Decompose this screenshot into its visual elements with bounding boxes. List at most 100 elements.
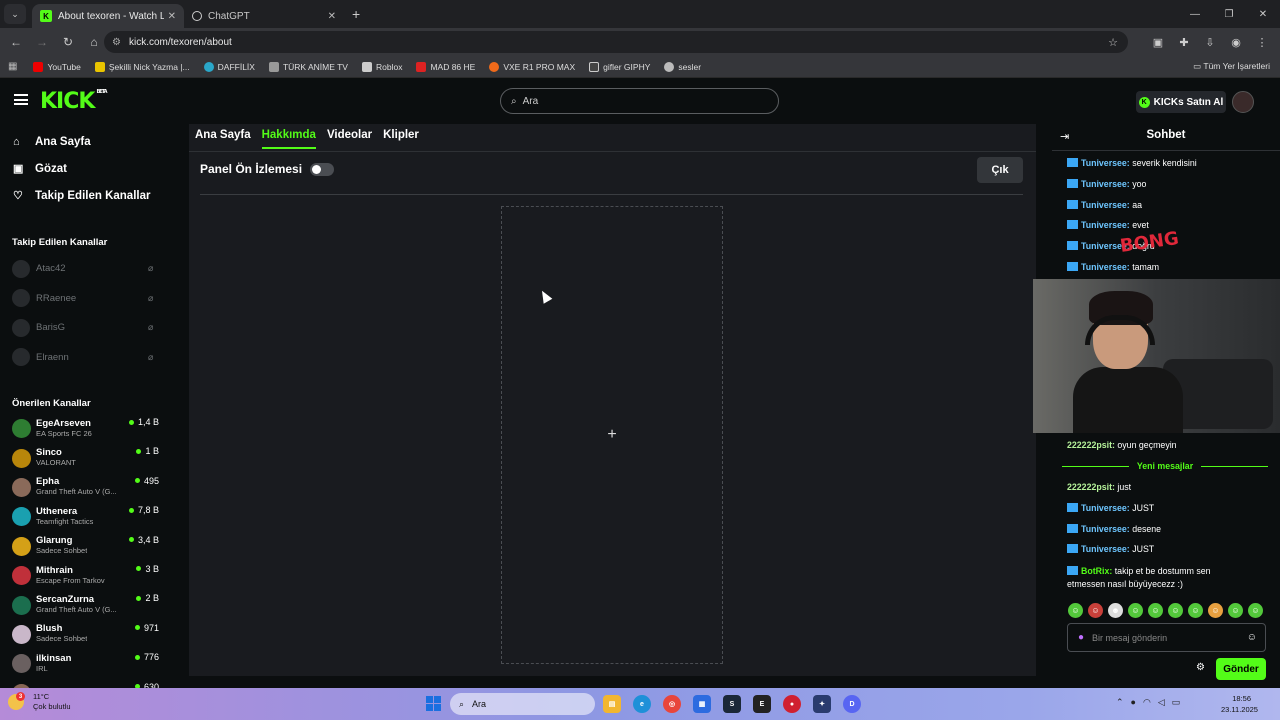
store-icon[interactable]: ▦ xyxy=(693,695,711,713)
add-panel-placeholder[interactable]: + xyxy=(501,206,723,664)
home-icon[interactable]: ⌂ xyxy=(82,30,106,54)
app-icon[interactable]: ● xyxy=(783,695,801,713)
forward-icon[interactable]: → xyxy=(30,30,54,54)
emote-icon[interactable]: ☻ xyxy=(1108,603,1123,618)
recommended-channel[interactable]: Sinco VALORANT 1 B xyxy=(0,443,172,472)
tab-search-button[interactable]: ⌄ xyxy=(4,4,26,24)
tab-chatgpt[interactable]: ChatGPT ✕ xyxy=(184,4,344,28)
buy-kicks-button[interactable]: K KICKs Satın Al xyxy=(1136,91,1226,113)
chat-username[interactable]: Tuniversee: xyxy=(1081,544,1130,554)
menu-icon[interactable]: ⋮ xyxy=(1252,31,1272,53)
download-icon[interactable]: ⇩ xyxy=(1200,31,1220,53)
chat-username[interactable]: Tuniversee: xyxy=(1081,179,1130,189)
hamburger-menu-icon[interactable] xyxy=(14,94,28,105)
bookmark-gifler-giphy[interactable]: gifler GIPHY xyxy=(589,61,650,72)
exit-button[interactable]: Çık xyxy=(977,157,1023,183)
followed-channel[interactable]: Elraenn ⌀ xyxy=(0,343,172,373)
emote-icon[interactable]: ☺ xyxy=(1168,603,1183,618)
chat-username[interactable]: Tuniversee: xyxy=(1081,503,1130,513)
close-tab-icon[interactable]: ✕ xyxy=(328,11,336,22)
volume-icon[interactable]: ◁ xyxy=(1158,697,1165,708)
address-bar[interactable]: ⚙ kick.com/texoren/about ☆ xyxy=(104,31,1128,53)
close-window-button[interactable]: ✕ xyxy=(1246,0,1280,28)
all-bookmarks-button[interactable]: ▭ Tüm Yer İşaretleri xyxy=(1193,61,1270,72)
battery-icon[interactable]: ▭ xyxy=(1172,697,1181,708)
bookmark-mad-86-he[interactable]: MAD 86 HE xyxy=(416,61,475,72)
tab-kick[interactable]: K About texoren - Watch Live on ✕ xyxy=(32,4,184,28)
site-info-icon[interactable]: ⚙ xyxy=(112,37,121,48)
bookmark-turk-anime-tv[interactable]: TÜRK ANİME TV xyxy=(268,61,348,72)
followed-channel[interactable]: RRaenee ⌀ xyxy=(0,284,172,314)
bookmark-sesler[interactable]: sesler xyxy=(664,61,701,72)
emote-icon[interactable]: ☺ xyxy=(1088,603,1103,618)
site-search-input[interactable]: ⌕ Ara xyxy=(500,88,779,114)
chat-username[interactable]: BotRix: xyxy=(1081,566,1112,576)
emoji-picker-icon[interactable]: ☺ xyxy=(1247,632,1257,643)
chat-username[interactable]: Tuniversee: xyxy=(1081,524,1130,534)
tab-home[interactable]: Ana Sayfa xyxy=(195,129,251,149)
bookmark-daffilix[interactable]: DAFFİLİX xyxy=(203,61,255,72)
chat-username[interactable]: 222222psit: xyxy=(1067,440,1115,450)
bookmark-vxe-r1[interactable]: VXE R1 PRO MAX xyxy=(489,61,575,72)
extensions-icon[interactable]: ✚ xyxy=(1174,31,1194,53)
recommended-channel[interactable]: Epha Grand Theft Auto V (G... 495 xyxy=(0,473,172,502)
weather-widget[interactable]: 3 11°C Çok bulutlu xyxy=(8,692,71,712)
back-icon[interactable]: ← xyxy=(4,30,28,54)
emote-icon[interactable]: ☺ xyxy=(1068,603,1083,618)
kick-logo[interactable]: KICK BETA xyxy=(40,89,108,114)
emote-icon[interactable]: ☺ xyxy=(1208,603,1223,618)
followed-channel[interactable]: BarisG ⌀ xyxy=(0,313,172,343)
chat-username[interactable]: 222222psit: xyxy=(1067,482,1115,492)
edge-icon[interactable]: e xyxy=(633,695,651,713)
tab-clips[interactable]: Klipler xyxy=(383,129,419,149)
emote-icon[interactable]: ☺ xyxy=(1228,603,1243,618)
windows-start-icon[interactable] xyxy=(426,696,441,711)
bookmark-sekilli-nick[interactable]: Şekilli Nick Yazma |... xyxy=(94,61,190,72)
recommended-channel[interactable]: EgeArseven EA Sports FC 26 1,4 B xyxy=(0,414,172,443)
microphone-icon[interactable]: ● xyxy=(1131,697,1136,708)
emote-icon[interactable]: ☺ xyxy=(1148,603,1163,618)
bookmark-roblox[interactable]: Roblox xyxy=(361,61,402,72)
recommended-channel[interactable]: Glarung Sadece Sohbet 3,4 B xyxy=(0,532,172,561)
close-tab-icon[interactable]: ✕ xyxy=(168,11,176,22)
apps-grid-icon[interactable]: ▦ xyxy=(8,61,17,72)
reload-icon[interactable]: ↻ xyxy=(56,30,80,54)
recommended-channel[interactable]: Uthenera Teamfight Tactics 7,8 B xyxy=(0,502,172,531)
chat-settings-icon[interactable]: ⚙ xyxy=(1196,662,1205,673)
followed-channel[interactable]: Atac42 ⌀ xyxy=(0,254,172,284)
recommended-channel[interactable]: ilkinsan IRL 776 xyxy=(0,649,172,678)
send-button[interactable]: Gönder xyxy=(1216,658,1266,680)
emote-icon[interactable]: ☺ xyxy=(1188,603,1203,618)
bookmark-youtube[interactable]: YouTube xyxy=(33,61,81,72)
app-icon[interactable]: ✦ xyxy=(813,695,831,713)
file-explorer-icon[interactable]: ▤ xyxy=(603,695,621,713)
chat-username[interactable]: Tuniversee: xyxy=(1081,158,1130,168)
profile-icon[interactable]: ◉ xyxy=(1226,31,1246,53)
steam-icon[interactable]: S xyxy=(723,695,741,713)
recommended-channel[interactable]: SercanZurna Grand Theft Auto V (G... 2 B xyxy=(0,590,172,619)
taskbar-search[interactable]: ⌕ Ara xyxy=(450,693,595,715)
recommended-channel[interactable]: Mithrain Escape From Tarkov 3 B xyxy=(0,561,172,590)
new-messages-divider[interactable]: Yeni mesajlar xyxy=(1062,461,1268,471)
new-tab-button[interactable]: + xyxy=(352,6,360,22)
nav-home[interactable]: ⌂ Ana Sayfa xyxy=(0,128,172,155)
chevron-up-icon[interactable]: ⌃ xyxy=(1116,697,1124,708)
nav-browse[interactable]: ▣ Gözat xyxy=(0,155,172,182)
tab-about[interactable]: Hakkımda xyxy=(261,129,316,149)
tab-videos[interactable]: Videolar xyxy=(327,129,372,149)
user-avatar[interactable] xyxy=(1232,91,1254,113)
recommended-channel[interactable]: Blush Sadece Sohbet 971 xyxy=(0,620,172,649)
chat-username[interactable]: Tuniversee: xyxy=(1081,220,1130,230)
emote-icon[interactable]: ☺ xyxy=(1128,603,1143,618)
wifi-icon[interactable]: ◠ xyxy=(1143,697,1151,708)
maximize-button[interactable]: ❐ xyxy=(1212,0,1246,28)
chat-message-input[interactable]: ● Bir mesaj gönderin ☺ xyxy=(1067,623,1266,652)
bookmark-star-icon[interactable]: ☆ xyxy=(1108,36,1118,49)
microphone-icon[interactable]: ● xyxy=(1078,632,1084,643)
chrome-icon[interactable]: ◎ xyxy=(663,695,681,713)
epic-games-icon[interactable]: E xyxy=(753,695,771,713)
chat-username[interactable]: Tuniversee: xyxy=(1081,262,1130,272)
panel-preview-toggle[interactable] xyxy=(310,162,335,176)
discord-icon[interactable]: D xyxy=(843,695,861,713)
nav-following[interactable]: ♡ Takip Edilen Kanallar xyxy=(0,182,172,209)
